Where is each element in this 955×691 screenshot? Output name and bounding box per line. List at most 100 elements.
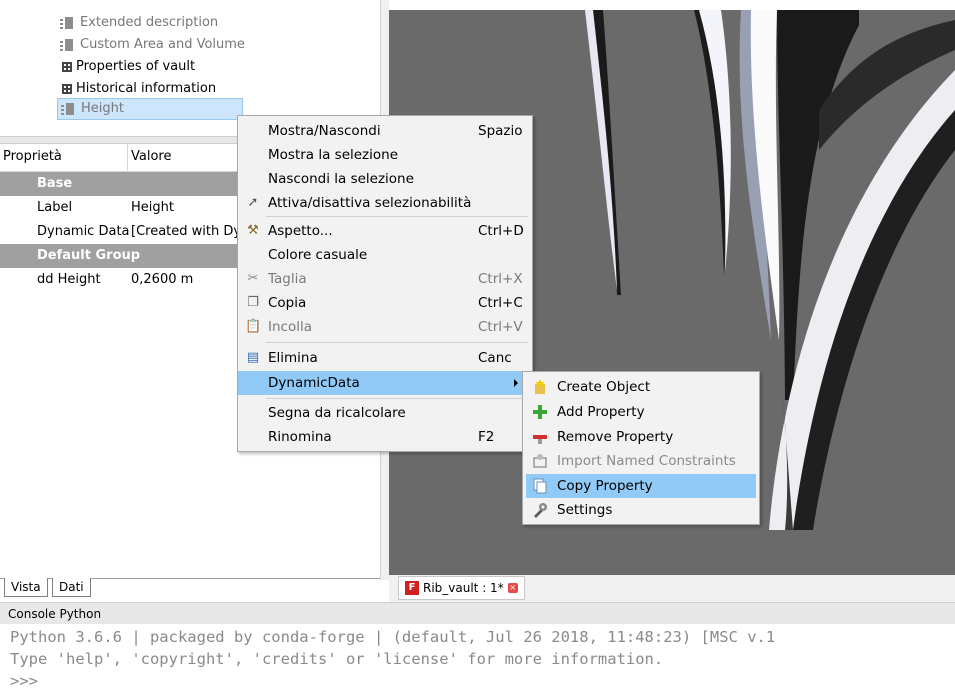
- tree-item-label: Extended description: [80, 15, 219, 30]
- menu-shortcut: Ctrl+X: [478, 271, 523, 287]
- menu-separator: [266, 216, 528, 217]
- property-value[interactable]: Height: [131, 196, 174, 220]
- add-property-icon: [533, 405, 547, 419]
- group-label: Base: [37, 176, 73, 191]
- menu-label: Copy Property: [557, 478, 653, 494]
- header-property[interactable]: Proprietà: [3, 143, 62, 171]
- document-icon: [60, 38, 74, 52]
- copy-icon: ❐: [247, 295, 259, 310]
- tree-view: Extended description Custom Area and Vol…: [0, 0, 380, 128]
- menu-label: Add Property: [557, 404, 645, 420]
- menu-label: Aspetto...: [268, 223, 333, 239]
- import-constraints-icon: [533, 454, 547, 468]
- tree-item-label: Properties of vault: [76, 59, 196, 74]
- context-menu: Mostra/Nascondi Spazio Mostra la selezio…: [237, 115, 533, 452]
- tab-dati[interactable]: Dati: [52, 578, 91, 597]
- cursor-arrow-icon: ➚: [247, 195, 259, 210]
- menu-label: Copia: [268, 295, 307, 311]
- document-icon: [61, 102, 75, 116]
- close-icon[interactable]: ×: [507, 583, 518, 593]
- delete-icon: ▤: [246, 350, 260, 365]
- tree-item-label: Historical information: [76, 81, 217, 96]
- property-value[interactable]: 0,2600 m: [131, 268, 193, 292]
- menu-item-nascondi-selezione[interactable]: Nascondi la selezione: [238, 167, 530, 191]
- menu-label: Nascondi la selezione: [268, 171, 414, 187]
- scissors-icon: ✂: [247, 271, 259, 286]
- console-line: Type 'help', 'copyright', 'credits' or '…: [10, 650, 664, 668]
- menu-label: Segna da ricalcolare: [268, 405, 406, 421]
- menu-shortcut: F2: [478, 429, 495, 445]
- tree-item-label: Custom Area and Volume: [80, 37, 245, 52]
- submenu-item-import-named-constraints[interactable]: Import Named Constraints: [526, 449, 756, 473]
- table-icon: [62, 84, 72, 94]
- tree-item-label: Height: [81, 101, 124, 116]
- menu-shortcut: Spazio: [478, 123, 523, 139]
- property-name: dd Height: [37, 272, 101, 287]
- menu-item-aspetto[interactable]: ⚒ Aspetto... Ctrl+D: [238, 219, 530, 243]
- menu-label: Remove Property: [557, 429, 674, 445]
- menu-item-colore-casuale[interactable]: Colore casuale: [238, 243, 530, 267]
- tab-label: Rib_vault : 1*: [423, 581, 504, 595]
- python-console[interactable]: Python 3.6.6 | packaged by conda-forge |…: [0, 624, 955, 691]
- console-prompt[interactable]: >>>: [10, 672, 38, 690]
- submenu-item-copy-property[interactable]: Copy Property: [526, 474, 756, 498]
- menu-separator: [266, 398, 528, 399]
- submenu-item-remove-property[interactable]: Remove Property: [526, 425, 756, 449]
- table-icon: [62, 62, 72, 72]
- tree-item-height-selected[interactable]: Height: [57, 98, 243, 120]
- group-label: Default Group: [37, 248, 141, 263]
- brush-icon: ⚒: [247, 223, 259, 238]
- menu-item-incolla[interactable]: 📋 Incolla Ctrl+V: [238, 315, 530, 339]
- menu-label: Mostra/Nascondi: [268, 123, 381, 139]
- tree-item-custom-area[interactable]: Custom Area and Volume: [60, 35, 245, 55]
- console-line: Python 3.6.6 | packaged by conda-forge |…: [10, 628, 776, 646]
- menu-label: Taglia: [268, 271, 307, 287]
- menu-item-taglia[interactable]: ✂ Taglia Ctrl+X: [238, 267, 530, 291]
- menu-label: Incolla: [268, 319, 312, 335]
- menu-item-mostra-selezione[interactable]: Mostra la selezione: [238, 143, 530, 167]
- settings-icon: [534, 503, 547, 518]
- header-value[interactable]: Valore: [131, 143, 171, 171]
- property-value[interactable]: [Created with Dy: [131, 220, 241, 244]
- freecad-document-icon: F: [405, 581, 419, 595]
- menu-item-selezionabilita[interactable]: ➚ Attiva/disattiva selezionabilità: [238, 191, 530, 215]
- menu-label: Import Named Constraints: [557, 453, 736, 469]
- menu-item-mostra-nascondi[interactable]: Mostra/Nascondi Spazio: [238, 119, 530, 143]
- property-name: Label: [37, 200, 73, 215]
- panel-tabs: Vista Dati: [0, 578, 380, 601]
- property-name: Dynamic Data: [37, 224, 130, 239]
- tree-item-extended-description[interactable]: Extended description: [60, 13, 218, 33]
- tab-vista[interactable]: Vista: [4, 578, 48, 597]
- menu-label: Settings: [557, 502, 613, 518]
- submenu-item-settings[interactable]: Settings: [526, 498, 756, 522]
- menu-item-segna-ricalcolare[interactable]: Segna da ricalcolare: [238, 401, 530, 425]
- create-object-icon: [535, 379, 545, 394]
- menu-item-copia[interactable]: ❐ Copia Ctrl+C: [238, 291, 530, 315]
- menu-item-dynamicdata[interactable]: DynamicData: [238, 371, 530, 395]
- document-icon: [60, 16, 74, 30]
- menu-separator: [266, 342, 528, 343]
- menu-label: Attiva/disattiva selezionabilità: [268, 195, 472, 211]
- copy-property-icon: [533, 478, 547, 494]
- console-title: Console Python: [0, 602, 955, 624]
- menu-shortcut: Ctrl+C: [478, 295, 523, 311]
- tab-rib-vault[interactable]: F Rib_vault : 1* ×: [398, 576, 525, 600]
- dynamicdata-submenu: Create Object Add Property Remove Proper…: [522, 371, 760, 525]
- tree-item-historical-information[interactable]: Historical information: [60, 79, 216, 99]
- menu-label: Create Object: [557, 379, 651, 395]
- paste-icon: 📋: [245, 319, 262, 334]
- submenu-item-create-object[interactable]: Create Object: [526, 375, 756, 399]
- tree-item-properties-of-vault[interactable]: Properties of vault: [60, 57, 195, 77]
- submenu-item-add-property[interactable]: Add Property: [526, 400, 756, 424]
- submenu-arrow-icon: [514, 379, 518, 387]
- menu-item-elimina[interactable]: ▤ Elimina Canc: [238, 346, 530, 370]
- menu-shortcut: Ctrl+D: [478, 223, 524, 239]
- menu-label: Elimina: [268, 350, 318, 366]
- menu-label: Mostra la selezione: [268, 147, 399, 163]
- menu-label: Rinomina: [268, 429, 332, 445]
- menu-shortcut: Ctrl+V: [478, 319, 523, 335]
- menu-item-rinomina[interactable]: Rinomina F2: [238, 425, 530, 449]
- menu-label: Colore casuale: [268, 247, 368, 263]
- remove-property-icon: [533, 435, 547, 444]
- column-divider[interactable]: [127, 143, 128, 171]
